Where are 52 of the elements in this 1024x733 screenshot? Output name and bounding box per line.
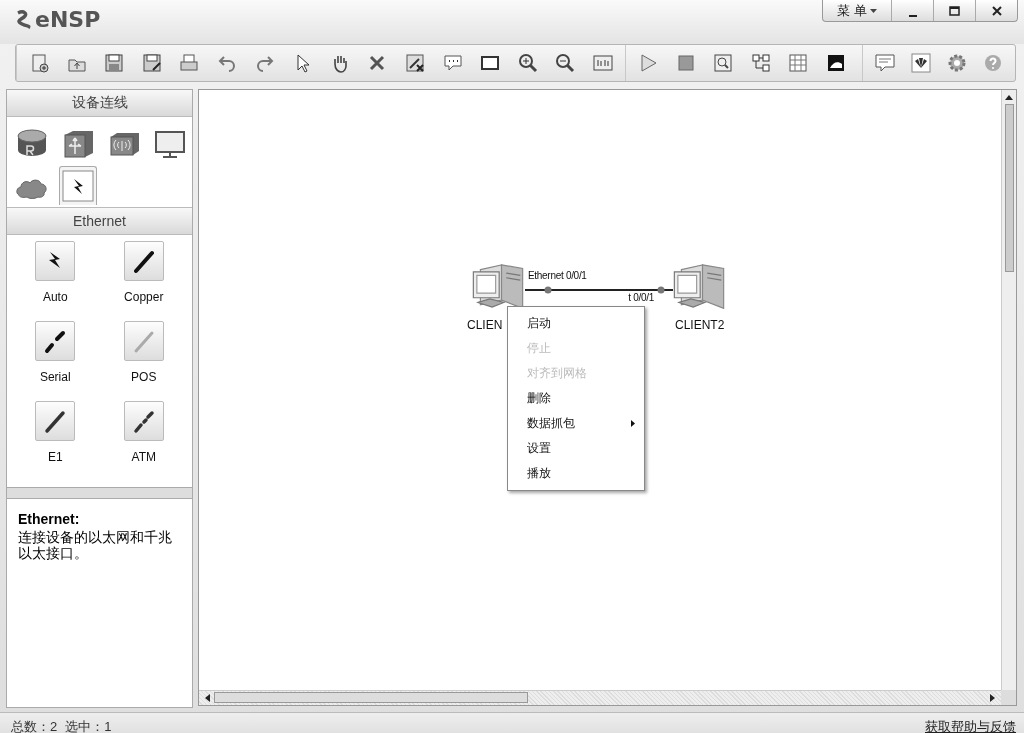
app-title: eNSP [35,7,101,32]
minimize-icon [907,14,918,17]
cable-label: ATM [131,450,156,464]
logo-icon[interactable] [910,52,932,74]
menu-item[interactable]: 播放 [508,461,644,486]
vertical-scrollbar[interactable] [1001,90,1016,690]
computer-icon[interactable] [672,262,726,310]
menu-item[interactable]: 数据抓包 [508,411,644,436]
save-icon[interactable] [103,52,126,74]
lightning-icon[interactable] [35,241,76,281]
scrollbar-corner [1001,690,1016,705]
print-icon[interactable] [178,52,201,74]
panel-header: 设备连线 [7,90,192,117]
chat-icon[interactable] [874,52,896,74]
scroll-thumb[interactable] [1005,104,1014,272]
computer-icon[interactable] [471,262,525,310]
selected-count: 选中：1 [65,718,112,733]
caret-icon [869,8,877,13]
cable-label: Copper [124,290,164,304]
device-category-tab[interactable] [59,166,97,205]
cable-label: POS [131,370,157,384]
device-label: CLIENT2 [675,318,725,332]
description-title: Ethernet: [18,511,81,527]
description-text: 连接设备的以太网和千兆以太接口。 [18,529,173,561]
capture-icon[interactable] [712,52,735,74]
cable-label: E1 [47,450,63,464]
grid-icon[interactable] [787,52,810,74]
save-as-icon[interactable] [140,52,163,74]
settings-icon[interactable] [946,52,968,74]
total-count: 总数：2 [11,718,58,733]
cable-label: Auto [42,290,68,304]
lightning-icon [61,169,95,203]
topology-icon[interactable] [749,52,772,74]
scroll-thumb[interactable] [214,692,528,703]
submenu-arrow-icon [631,420,635,427]
logo-icon [14,8,32,31]
zoom-out-icon[interactable] [554,52,577,74]
delete-link-icon[interactable] [403,52,426,74]
device-label: CLIEN [467,318,503,332]
help-link[interactable]: 获取帮助与反馈 [925,718,1016,733]
interface-label: Ethernet 0/0/1 [528,270,587,281]
menu-item[interactable]: 启动 [508,311,644,336]
fit-view-icon[interactable] [591,52,614,74]
horizontal-scrollbar[interactable] [199,690,1001,705]
menu-item[interactable]: 删除 [508,386,644,411]
cable-label: Serial [39,370,71,384]
interface-label: t 0/0/1 [628,292,654,303]
maximize-icon [949,5,960,16]
close-icon [991,5,1002,16]
menu-item[interactable]: 设置 [508,436,644,461]
zoom-in-icon[interactable] [516,52,539,74]
panel-header: Ethernet [7,208,192,235]
